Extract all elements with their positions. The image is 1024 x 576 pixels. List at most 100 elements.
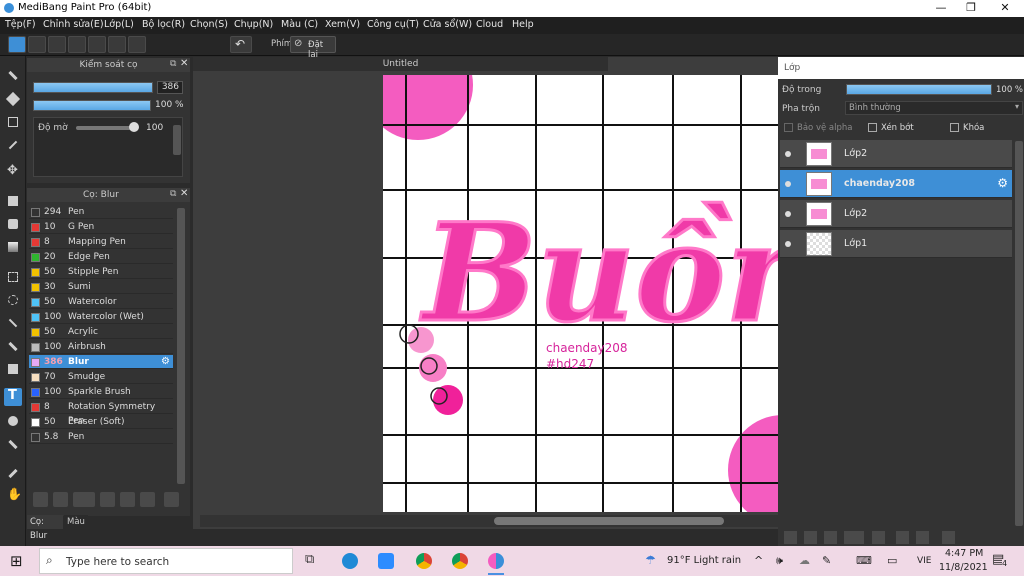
- clock-date[interactable]: 11/8/2021: [939, 562, 988, 573]
- menu-file[interactable]: Tệp(F): [5, 19, 36, 30]
- layer-scrollbar[interactable]: [1015, 141, 1023, 526]
- add-brush-icon[interactable]: [73, 492, 95, 507]
- magic-wand-tool-icon[interactable]: [4, 314, 22, 332]
- maximize-button[interactable]: ❐: [956, 1, 986, 16]
- new-layer-icon[interactable]: [784, 531, 797, 544]
- delete-layer-icon[interactable]: [942, 531, 955, 544]
- canvas-h-scrollbar[interactable]: [200, 515, 778, 527]
- select-pen-tool-icon[interactable]: [4, 337, 22, 355]
- layer-row[interactable]: Lớp2: [780, 200, 1012, 228]
- brush-item[interactable]: 8 Mapping Pen: [29, 235, 173, 249]
- brush-size-slider[interactable]: [33, 82, 153, 93]
- tab-brush[interactable]: Cọ: Blur: [27, 515, 63, 541]
- zoom-icon[interactable]: [378, 553, 394, 569]
- menu-window[interactable]: Cửa sổ(W): [423, 19, 472, 30]
- blend-mode-select[interactable]: Bình thường ▾: [845, 101, 1023, 115]
- edge-icon[interactable]: [342, 553, 358, 569]
- gear-icon[interactable]: ⚙: [161, 355, 170, 369]
- brush-item[interactable]: 10 G Pen: [29, 220, 173, 234]
- bucket-tool-icon[interactable]: [4, 215, 22, 233]
- layer-icon[interactable]: [824, 531, 837, 544]
- close-button[interactable]: ✕: [990, 1, 1020, 16]
- merge-icon[interactable]: [896, 531, 909, 544]
- visibility-icon[interactable]: [785, 151, 791, 157]
- brush-size-value[interactable]: 386: [157, 81, 183, 94]
- operation-tool-icon[interactable]: [4, 412, 22, 430]
- canvas-paper[interactable]: Buồn chaenday208 #hd247: [383, 75, 778, 512]
- chrome-profile-icon[interactable]: [452, 553, 468, 569]
- task-view-icon[interactable]: ⧉: [305, 552, 314, 567]
- brush-item[interactable]: 100 Watercolor (Wet): [29, 310, 173, 324]
- brush-item[interactable]: 294 Pen: [29, 205, 173, 219]
- dropper-tool-icon[interactable]: [4, 464, 22, 482]
- copy-brush-icon[interactable]: [100, 492, 115, 507]
- brush-item[interactable]: 50 Stipple Pen: [29, 265, 173, 279]
- layer-gear-icon[interactable]: ⚙: [997, 176, 1008, 190]
- brush-tool-icon[interactable]: [4, 66, 22, 84]
- brush-control-scrollbar[interactable]: [173, 125, 181, 155]
- scroll-thumb[interactable]: [494, 517, 724, 525]
- document-icon[interactable]: [88, 36, 106, 53]
- search-box[interactable]: ⌕ Type here to search: [39, 548, 293, 574]
- line-tool-icon[interactable]: [4, 136, 22, 154]
- cloud-icon[interactable]: [8, 36, 26, 53]
- eyedropper-tool-icon[interactable]: [4, 435, 22, 453]
- visibility-icon[interactable]: [785, 211, 791, 217]
- volume-icon[interactable]: 🕪: [776, 554, 783, 568]
- layer-row[interactable]: chaenday208 ⚙: [780, 170, 1012, 198]
- hand-tool-icon[interactable]: ✋: [4, 487, 22, 505]
- layer-folder-icon[interactable]: [872, 531, 885, 544]
- brush-opacity-slider[interactable]: [33, 100, 151, 111]
- gradient-tool-icon[interactable]: [4, 238, 22, 256]
- brush-item[interactable]: 20 Edge Pen: [29, 250, 173, 264]
- menu-select[interactable]: Chọn(S): [190, 19, 228, 30]
- menu-view[interactable]: Xem(V): [325, 19, 360, 30]
- brush-item[interactable]: 386 Blur ⚙: [29, 355, 173, 369]
- menu-snap[interactable]: Chụp(N): [234, 19, 273, 30]
- share-icon[interactable]: [28, 36, 46, 53]
- protect-alpha-checkbox[interactable]: [784, 123, 793, 132]
- network-icon[interactable]: ▭: [887, 554, 897, 567]
- blur-slider-thumb[interactable]: [129, 122, 139, 132]
- new-brush-icon[interactable]: [53, 492, 68, 507]
- brush-settings-icon[interactable]: [33, 492, 48, 507]
- pen-icon[interactable]: ✎: [822, 554, 831, 567]
- text-tool-icon[interactable]: T: [4, 388, 22, 406]
- tab-color[interactable]: Màu: [64, 515, 88, 529]
- brush-item[interactable]: 50 Eraser (Soft): [29, 415, 173, 429]
- weather-text[interactable]: 91°F Light rain: [667, 555, 741, 566]
- brush-item[interactable]: 30 Sumi: [29, 280, 173, 294]
- chevron-up-icon[interactable]: ^: [754, 554, 763, 567]
- menu-layer[interactable]: Lớp(L): [104, 19, 134, 30]
- medibang-icon[interactable]: [488, 553, 504, 569]
- folder-icon[interactable]: [120, 492, 135, 507]
- fill-rect-tool-icon[interactable]: [4, 192, 22, 210]
- menu-color[interactable]: Màu (C): [281, 19, 318, 30]
- brush-panel-close-icon[interactable]: ✕: [180, 188, 188, 199]
- undo-icon[interactable]: ↶: [230, 36, 252, 53]
- reset-button[interactable]: ⊘ Đặt lại: [290, 36, 336, 60]
- language-indicator[interactable]: VIE: [917, 556, 932, 566]
- visibility-icon[interactable]: [785, 181, 791, 187]
- copy-layer-icon[interactable]: [804, 531, 817, 544]
- menu-edit[interactable]: Chỉnh sửa(E): [43, 19, 104, 30]
- menu-tools[interactable]: Công cụ(T): [367, 19, 419, 30]
- layer-row[interactable]: Lớp2: [780, 140, 1012, 168]
- keyboard-icon[interactable]: ⌨: [856, 554, 872, 567]
- brush-item[interactable]: 5.8 Pen: [29, 430, 173, 444]
- duplicate-icon[interactable]: [140, 492, 155, 507]
- menu-filter[interactable]: Bộ lọc(R): [142, 19, 185, 30]
- layer-row[interactable]: Lớp1: [780, 230, 1012, 258]
- brush-item[interactable]: 50 Acrylic: [29, 325, 173, 339]
- brush-popout-icon[interactable]: ⧉: [170, 189, 176, 199]
- popout-icon[interactable]: ⧉: [170, 59, 176, 69]
- clipping-checkbox[interactable]: [868, 123, 877, 132]
- brush-item[interactable]: 70 Smudge: [29, 370, 173, 384]
- select-eraser-tool-icon[interactable]: [4, 360, 22, 378]
- lasso-tool-icon[interactable]: [4, 291, 22, 309]
- rectangle-tool-icon[interactable]: [4, 113, 22, 131]
- menu-help[interactable]: Help: [512, 19, 534, 30]
- onedrive-icon[interactable]: ☁: [799, 554, 810, 567]
- eraser-tool-icon[interactable]: [4, 90, 22, 108]
- layer-opacity-slider[interactable]: [846, 84, 992, 95]
